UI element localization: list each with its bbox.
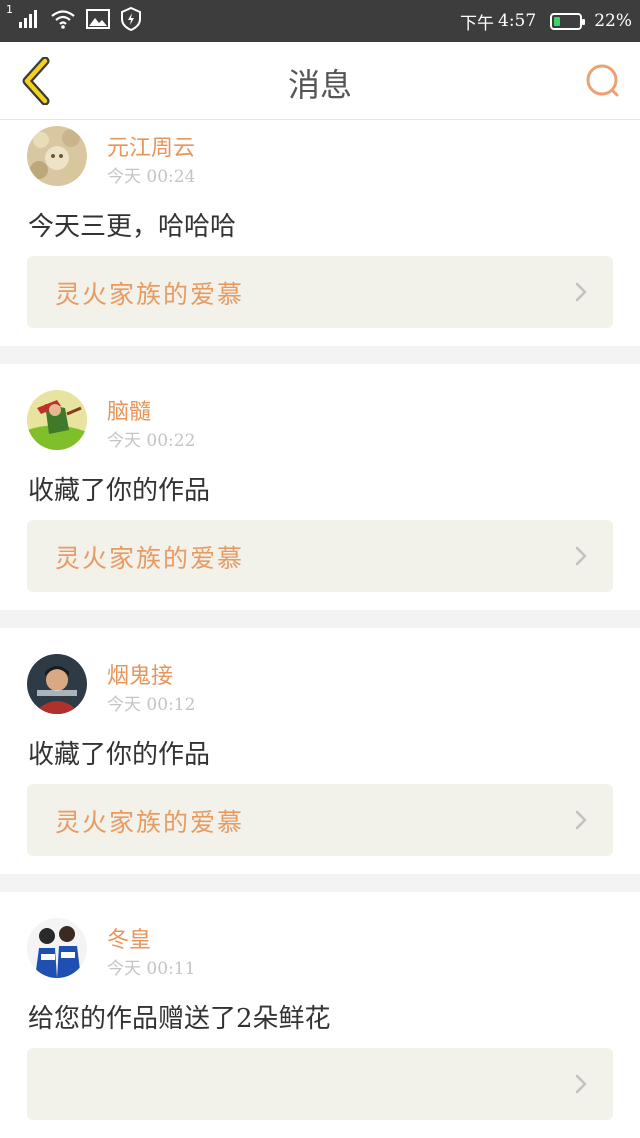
message-text: 给您的作品赠送了2朵鲜花 [28, 1004, 331, 1034]
message-text: 今天三更，哈哈哈 [28, 212, 237, 242]
search-icon [586, 64, 619, 97]
username[interactable]: 冬皇 [107, 922, 151, 954]
wifi-icon [50, 8, 76, 34]
message-card: 元江周云 今天 00:24 今天三更，哈哈哈 灵火家族的爱慕 [0, 120, 640, 346]
battery-fill [554, 16, 561, 26]
chevron-right-icon [575, 546, 587, 566]
message-text: 收藏了你的作品 [28, 740, 211, 770]
shield-icon [120, 6, 142, 35]
work-link[interactable] [27, 1048, 613, 1120]
work-link[interactable]: 灵火家族的爱慕 [27, 784, 613, 856]
message-card: 脑髓 今天 00:22 收藏了你的作品 灵火家族的爱慕 [0, 364, 640, 610]
work-link[interactable]: 灵火家族的爱慕 [27, 520, 613, 592]
time-period: 下午 [460, 13, 495, 34]
chevron-right-icon [575, 1074, 587, 1094]
page-title: 消息 [287, 66, 352, 104]
work-title: 灵火家族的爱慕 [55, 544, 245, 573]
avatar[interactable] [27, 918, 87, 978]
search-button[interactable] [582, 60, 626, 104]
work-link[interactable]: 灵火家族的爱慕 [27, 256, 613, 328]
avatar[interactable] [27, 126, 87, 186]
header: 消息 [0, 42, 640, 120]
chevron-right-icon [575, 810, 587, 830]
message-card: 烟鬼接 今天 00:12 收藏了你的作品 灵火家族的爱慕 [0, 628, 640, 874]
image-icon [86, 8, 110, 34]
status-icons-right: 下午 4:57 22% [460, 0, 632, 42]
timestamp: 今天 00:24 [107, 167, 196, 187]
avatar[interactable] [27, 390, 87, 450]
chevron-right-icon [575, 282, 587, 302]
message-card: 冬皇 今天 00:11 给您的作品赠送了2朵鲜花 [0, 892, 640, 1138]
status-icons-left [6, 6, 142, 36]
username[interactable]: 脑髓 [107, 394, 151, 426]
status-bar: 1 下午 4:57 22% [0, 0, 640, 42]
battery-level: 22% [594, 11, 632, 31]
timestamp: 今天 00:12 [107, 695, 196, 715]
username[interactable]: 元江周云 [107, 130, 195, 162]
message-text: 收藏了你的作品 [28, 476, 211, 506]
battery-icon [550, 12, 586, 30]
signal-icon [18, 8, 40, 34]
timestamp: 今天 00:22 [107, 431, 196, 451]
timestamp: 今天 00:11 [107, 959, 196, 979]
work-title: 灵火家族的爱慕 [55, 280, 245, 309]
username[interactable]: 烟鬼接 [107, 658, 173, 690]
work-title: 灵火家族的爱慕 [55, 808, 245, 837]
clock: 4:57 [498, 11, 537, 31]
avatar[interactable] [27, 654, 87, 714]
